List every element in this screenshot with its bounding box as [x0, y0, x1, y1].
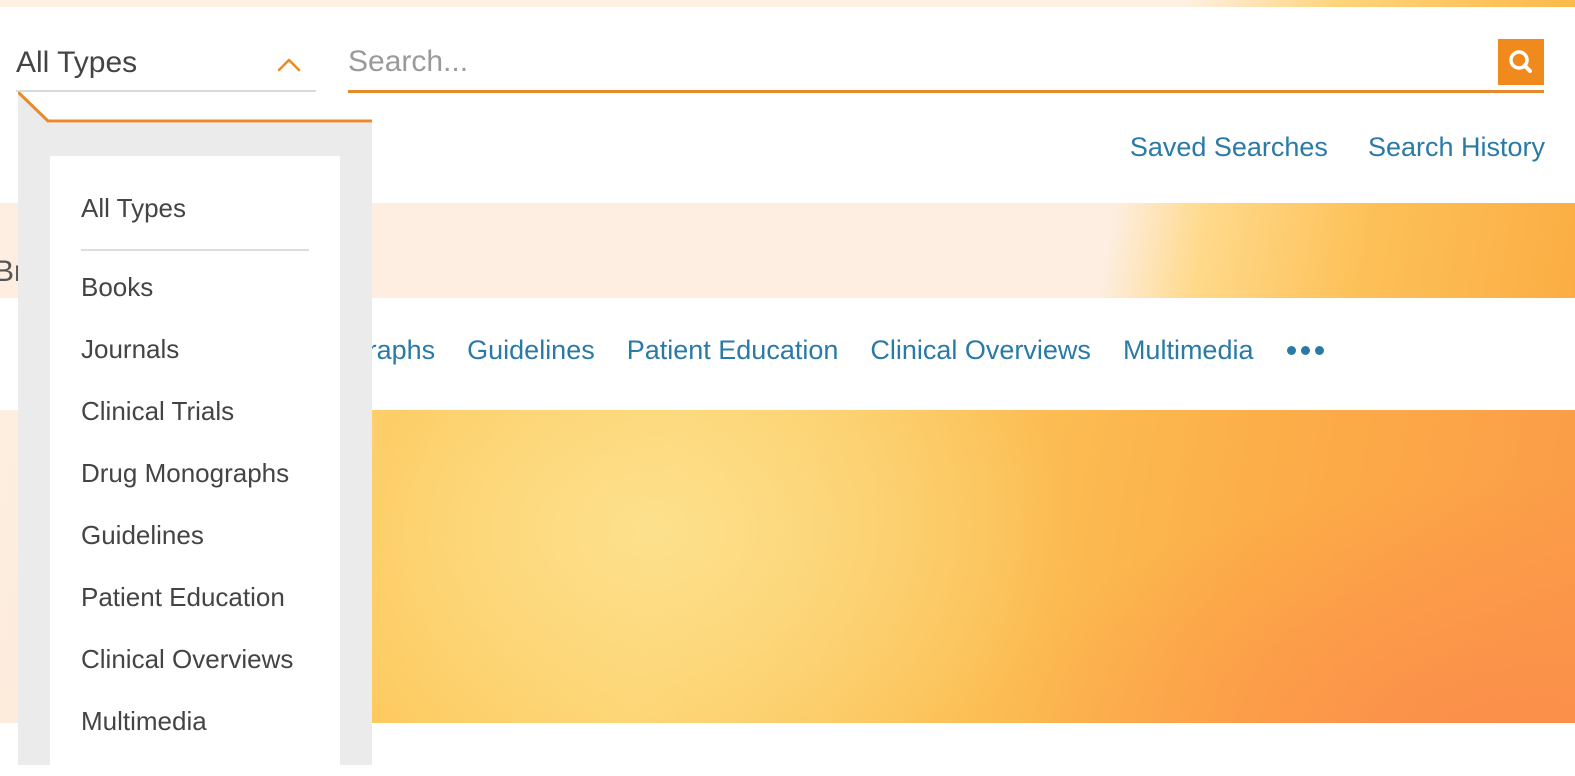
category-multimedia[interactable]: Multimedia: [1123, 335, 1254, 366]
category-guidelines[interactable]: Guidelines: [467, 335, 595, 366]
category-clinical-overviews[interactable]: Clinical Overviews: [870, 335, 1091, 366]
dropdown-option-journals[interactable]: Journals: [81, 334, 179, 365]
search-links: Saved Searches Search History: [1130, 132, 1545, 163]
dropdown-option-guidelines[interactable]: Guidelines: [81, 520, 204, 551]
chevron-up-icon[interactable]: [274, 50, 304, 80]
dropdown-pointer: [18, 92, 372, 126]
dropdown-option-patient-education[interactable]: Patient Education: [81, 582, 285, 613]
type-select-value: All Types: [16, 46, 138, 79]
search-button[interactable]: [1498, 39, 1544, 85]
type-select[interactable]: All Types: [16, 38, 316, 92]
search-icon: [1509, 50, 1532, 73]
dropdown-option-books[interactable]: Books: [81, 272, 153, 303]
dropdown-option-drug-monographs[interactable]: Drug Monographs: [81, 458, 289, 489]
dropdown-divider: [81, 249, 309, 251]
more-dots-icon[interactable]: [1287, 336, 1325, 366]
top-decorative-strip: [0, 0, 1575, 7]
type-dropdown: All Types Books Journals Clinical Trials…: [18, 92, 372, 776]
dropdown-option-all-types[interactable]: All Types: [81, 193, 186, 224]
dropdown-option-clinical-trials[interactable]: Clinical Trials: [81, 396, 234, 427]
saved-searches-link[interactable]: Saved Searches: [1130, 132, 1328, 163]
dropdown-panel: All Types Books Journals Clinical Trials…: [50, 156, 340, 776]
category-patient-education[interactable]: Patient Education: [627, 335, 839, 366]
dropdown-option-multimedia[interactable]: Multimedia: [81, 706, 207, 737]
search-history-link[interactable]: Search History: [1368, 132, 1545, 163]
search-bar: [348, 36, 1544, 93]
search-input[interactable]: [348, 40, 1478, 84]
dropdown-option-clinical-overviews[interactable]: Clinical Overviews: [81, 644, 293, 675]
